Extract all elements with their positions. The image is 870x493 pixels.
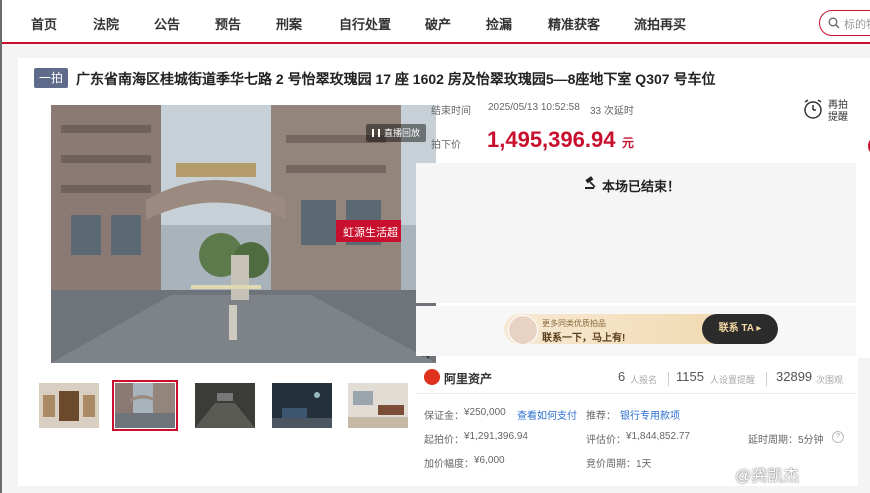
start-price-value: ¥1,291,396.94 (464, 431, 528, 442)
auction-round-tag: 一拍 (34, 68, 68, 88)
start-price-label: 起拍价： (424, 435, 464, 446)
price-label: 拍下价 (431, 140, 461, 151)
price-unit: 元 (622, 136, 635, 150)
contact-button[interactable]: 联系 TA ▸ (702, 314, 778, 344)
svg-text:虹源生活超: 虹源生活超 (343, 225, 398, 239)
end-time-label: 结束时间 (431, 106, 471, 117)
nav-home[interactable]: 首页 (31, 14, 57, 33)
contact-banner[interactable]: 更多同类优质拍品 联系一下，马上有! 联系 TA ▸ (504, 314, 778, 344)
deposit-value: ¥250,000 (464, 407, 506, 418)
reminder-label: 人设置提醒 (710, 375, 756, 385)
appraisal-label: 评估价： (586, 435, 626, 446)
signup-count: 6 (618, 369, 626, 384)
end-time-value: 2025/05/13 10:52:58 (488, 102, 580, 113)
top-nav: 首页 法院 公告 预告 刑案 自行处置 破产 捡漏 精准获客 流拍再买 标的物 (2, 0, 870, 44)
live-replay-button[interactable]: 直播回放 (365, 124, 426, 142)
nav-bargain[interactable]: 捡漏 (486, 14, 512, 33)
banner-line2: 联系一下，马上有! (542, 333, 626, 344)
thumbnail[interactable] (348, 383, 408, 428)
nav-precise-leads[interactable]: 精准获客 (548, 14, 600, 33)
relist-reminder-button[interactable]: 再拍 提醒 (802, 96, 854, 126)
thumbnail[interactable] (272, 383, 332, 428)
window-edge (0, 0, 2, 493)
gavel-icon (585, 176, 596, 189)
ali-assets-logo-icon (424, 369, 440, 385)
bid-period-value: 1天 (636, 459, 652, 470)
thumbnail[interactable] (195, 383, 255, 428)
appraisal-value: ¥1,844,852.77 (626, 431, 690, 442)
search-input[interactable]: 标的物 (819, 10, 870, 36)
divider (668, 372, 669, 386)
right-side-panel (857, 58, 870, 358)
delay-period-label: 延时周期： (748, 435, 798, 446)
title-row: 一拍 广东省南海区桂城街道季华七路 2 号怡翠玫瑰园 17 座 1602 房及怡… (34, 68, 854, 90)
auction-title: 广东省南海区桂城街道季华七路 2 号怡翠玫瑰园 17 座 1602 房及怡翠玫瑰… (76, 71, 716, 87)
nav-bankruptcy[interactable]: 破产 (425, 14, 451, 33)
contact-banner-area: 更多同类优质拍品 联系一下，马上有! 联系 TA ▸ (416, 306, 856, 356)
search-placeholder: 标的物 (844, 19, 870, 31)
delay-count: 33 次延时 (590, 106, 634, 117)
help-icon[interactable]: ? (832, 431, 844, 443)
avatar (508, 315, 538, 344)
play-icon (371, 129, 380, 137)
deposit-label: 保证金： (424, 411, 464, 422)
nav-criminal[interactable]: 刑案 (276, 14, 302, 33)
thumbnail[interactable] (39, 383, 99, 428)
nav-court[interactable]: 法院 (93, 14, 119, 33)
view-label: 次围观 (816, 375, 844, 385)
final-price: 1,495,396.94 (487, 127, 616, 152)
platform-row: 阿里资产 6 人报名 1155 人设置提醒 32899 次围观 (416, 363, 856, 394)
increment-label: 加价幅度： (424, 459, 474, 470)
auction-ended-text: 本场已结束！ (602, 179, 681, 194)
divider (766, 372, 767, 386)
nav-self-disposal[interactable]: 自行处置 (339, 14, 391, 33)
property-gate-image: 虹源生活超 (51, 105, 436, 363)
thumbnail-selected[interactable] (112, 380, 178, 431)
banner-line1: 更多同类优质拍品 (542, 319, 606, 328)
auction-ended-panel: 本场已结束！ (416, 163, 856, 303)
delay-period-value: 5分钟 (798, 435, 824, 446)
main-photo[interactable]: 虹源生活超 直播回放 (51, 105, 436, 363)
search-icon (828, 17, 840, 29)
view-count: 32899 (776, 369, 813, 384)
nav-notice[interactable]: 公告 (154, 14, 180, 33)
alarm-clock-icon (804, 99, 822, 119)
bank-loan-link[interactable]: 银行专用款项 (620, 407, 680, 422)
auction-card: 一拍 广东省南海区桂城街道季华七路 2 号怡翠玫瑰园 17 座 1602 房及怡… (18, 58, 858, 486)
remind-label-line2: 提醒 (828, 112, 848, 123)
increment-value: ¥6,000 (474, 455, 505, 466)
nav-relist[interactable]: 流拍再买 (634, 14, 686, 33)
recommend-label: 推荐： (586, 411, 616, 422)
platform-name: 阿里资产 (444, 372, 493, 386)
reminder-count: 1155 (676, 369, 704, 384)
how-to-pay-link[interactable]: 查看如何支付 (517, 407, 577, 422)
bid-period-label: 竞价周期： (586, 459, 636, 470)
nav-preview[interactable]: 预告 (215, 14, 241, 33)
watermark: @龚凯杰 (735, 468, 800, 485)
signup-label: 人报名 (630, 375, 658, 385)
